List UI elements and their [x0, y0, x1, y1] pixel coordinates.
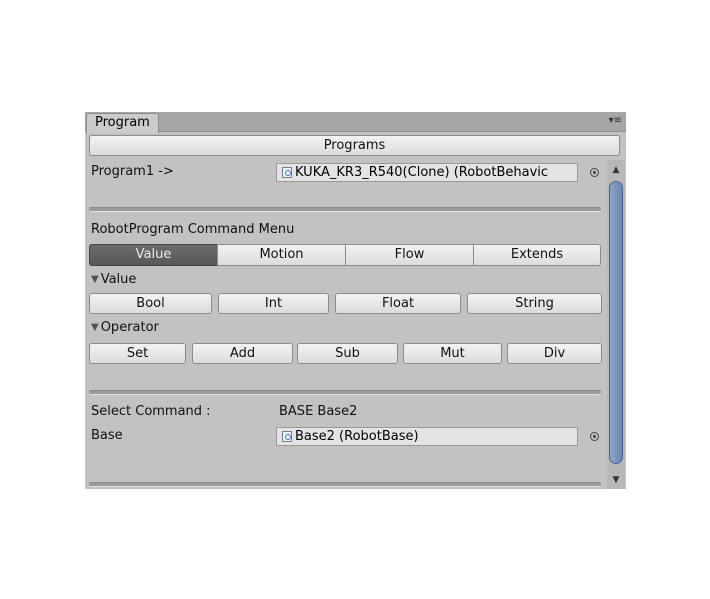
- separator: [89, 207, 601, 212]
- scroll-up-arrow-icon[interactable]: ▲: [607, 163, 625, 177]
- scroll-down-arrow-icon[interactable]: ▼: [607, 473, 625, 487]
- int-button[interactable]: Int: [218, 293, 329, 314]
- object-picker-icon[interactable]: [590, 168, 599, 177]
- value-section-title: Value: [100, 272, 137, 287]
- tab-value[interactable]: Value: [89, 244, 218, 266]
- programs-button[interactable]: Programs: [89, 135, 620, 156]
- tab-motion[interactable]: Motion: [217, 244, 346, 266]
- tab-extends[interactable]: Extends: [473, 244, 601, 266]
- object-picker-icon[interactable]: [590, 432, 599, 441]
- value-foldout[interactable]: ▼ Value: [91, 272, 136, 288]
- window-tab-bar: Program ▾≡: [85, 112, 626, 133]
- select-command-value: BASE Base2: [279, 404, 358, 419]
- separator: [89, 390, 601, 395]
- sub-button[interactable]: Sub: [297, 343, 398, 364]
- program1-field-value: KUKA_KR3_R540(Clone) (RobotBehavic: [295, 165, 549, 180]
- base-field-value: Base2 (RobotBase): [295, 429, 419, 444]
- foldout-triangle-icon: ▼: [91, 322, 99, 333]
- vertical-scrollbar[interactable]: ▲ ▼: [607, 160, 625, 489]
- select-command-label: Select Command :: [91, 404, 211, 419]
- bool-button[interactable]: Bool: [89, 293, 212, 314]
- program-inspector-panel: Program ▾≡ Programs Program1 -> KUKA_KR3…: [85, 112, 626, 489]
- operator-foldout[interactable]: ▼ Operator: [91, 320, 159, 336]
- operator-section-title: Operator: [100, 320, 159, 335]
- add-button[interactable]: Add: [192, 343, 293, 364]
- separator: [89, 482, 601, 487]
- script-asset-icon: [282, 431, 292, 442]
- program1-label: Program1 ->: [91, 164, 174, 179]
- base-object-field[interactable]: Base2 (RobotBase): [276, 427, 578, 446]
- div-button[interactable]: Div: [507, 343, 602, 364]
- tab-program[interactable]: Program: [86, 113, 159, 133]
- script-asset-icon: [282, 167, 292, 178]
- scrollbar-thumb[interactable]: [609, 181, 623, 464]
- foldout-triangle-icon: ▼: [91, 274, 99, 285]
- command-menu-title: RobotProgram Command Menu: [91, 222, 295, 237]
- base-label: Base: [91, 428, 123, 443]
- mut-button[interactable]: Mut: [403, 343, 502, 364]
- set-button[interactable]: Set: [89, 343, 186, 364]
- float-button[interactable]: Float: [335, 293, 461, 314]
- string-button[interactable]: String: [467, 293, 602, 314]
- program1-object-field[interactable]: KUKA_KR3_R540(Clone) (RobotBehavic: [276, 163, 578, 182]
- kebab-menu-icon[interactable]: ▾≡: [609, 116, 622, 126]
- tab-flow[interactable]: Flow: [345, 244, 474, 266]
